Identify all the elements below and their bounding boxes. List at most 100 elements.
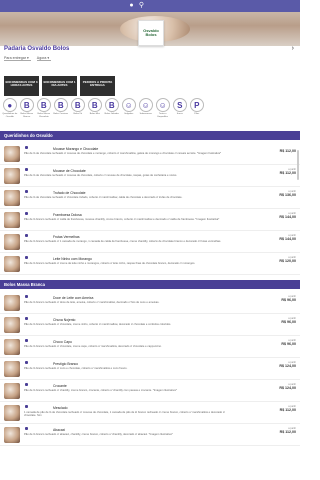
- product-description: Pão de ló branco recheado c/ chocolate, …: [24, 345, 162, 348]
- product-image: [4, 317, 20, 333]
- category-label: Sobremesas: [139, 113, 152, 115]
- menu-item[interactable]: Leite Ninho com Morango Pão de ló branco …: [0, 254, 300, 275]
- category-label: Bolos Mini: [89, 113, 100, 115]
- category-item[interactable]: B Bolos Gelados: [105, 98, 120, 128]
- menu-item[interactable]: Mesclado 1 camada de pão de ló de chocola…: [0, 403, 300, 424]
- product-image: [4, 295, 20, 311]
- category-item[interactable]: B Bolos Fit: [70, 98, 86, 128]
- product-name: Crocante: [53, 384, 67, 388]
- order-type-select[interactable]: Para entregar ▾: [4, 56, 31, 61]
- product-description: Pão de ló branco recheado c/ chantilly, …: [24, 389, 177, 392]
- category-item[interactable]: P Pães: [189, 98, 205, 128]
- b-icon: B: [87, 98, 102, 112]
- product-description: Pão de ló de chocolate recheado c/ mouss…: [24, 152, 222, 155]
- category-item[interactable]: B Bolos Mini: [87, 98, 103, 128]
- order-time-select[interactable]: Agora ▾: [36, 56, 52, 61]
- menu-item[interactable]: Doce de Leite com Ameixa Pão de ló branco…: [0, 293, 300, 314]
- category-item[interactable]: B Bolos Massa Chocolate: [36, 98, 52, 128]
- category-label: Pães: [194, 113, 200, 115]
- category-item[interactable]: ● Queridinhos do Osvaldo: [2, 98, 17, 128]
- category-label: Bolos Gelados: [104, 113, 119, 115]
- menu-item[interactable]: Crocante Pão de ló branco recheado c/ cha…: [0, 381, 300, 402]
- badge-icon: [25, 146, 28, 149]
- product-price: R$ 112,00: [279, 149, 296, 153]
- b-icon: B: [36, 98, 51, 112]
- product-price: R$ 136,00: [279, 193, 296, 197]
- smile-icon: ☺: [138, 98, 153, 112]
- badge-icon: [25, 190, 28, 193]
- product-image: [4, 361, 20, 377]
- menu-item[interactable]: Frutas Vermelhas Pão de ló branco rechead…: [0, 232, 300, 253]
- product-price: R$ 96,00: [281, 320, 296, 324]
- menu-item[interactable]: Prestígio Branco Pão de ló branco rechead…: [0, 359, 300, 380]
- scrollbar[interactable]: [297, 150, 299, 180]
- promo-card[interactable]: PEDIDOS A PRONTA ENTREGA: [80, 76, 115, 96]
- promo-card[interactable]: ENCOMENDAS COM 3 HORAS ANTES: [4, 76, 39, 96]
- product-name: Framboesa Dolosa: [53, 213, 82, 217]
- product-price: R$ 124,00: [279, 386, 296, 390]
- product-price: R$ 112,00: [279, 430, 296, 434]
- category-item[interactable]: ☺ Sobremesas: [138, 98, 154, 128]
- cake-icon: ●: [2, 98, 17, 112]
- menu-item[interactable]: Framboesa Dolosa Pão de ló branco rechead…: [0, 210, 300, 231]
- menu-item[interactable]: Mousse de Chocolate Pão de ló de chocolat…: [0, 166, 300, 187]
- badge-icon: [25, 361, 28, 364]
- product-image: [4, 405, 20, 421]
- order-selectors: Para entregar ▾ Agora ▾: [4, 56, 52, 61]
- badge-icon: [25, 256, 28, 259]
- product-image: [4, 256, 20, 272]
- location-icon[interactable]: ●: [128, 2, 135, 9]
- product-name: Leite Ninho com Morango: [53, 257, 92, 261]
- badge-icon: [25, 339, 28, 342]
- badge-icon: [25, 234, 28, 237]
- product-price: R$ 96,00: [281, 342, 296, 346]
- product-image: [4, 383, 20, 399]
- search-icon[interactable]: ⚲: [138, 2, 145, 9]
- category-item[interactable]: B Bolos Caseiros: [53, 98, 69, 128]
- product-description: Pão de ló branco recheado c/ creme de le…: [24, 262, 196, 265]
- badge-icon: [25, 212, 28, 215]
- product-description: Pão de ló de chocolate recheado c/ choco…: [24, 196, 183, 199]
- category-item[interactable]: ☺ Salgados: [121, 98, 137, 128]
- product-name: Doce de Leite com Ameixa: [53, 296, 94, 300]
- menu-item[interactable]: Mousse Morango e Chocolate Pão de ló de c…: [0, 144, 300, 165]
- product-description: 1 camada de pão de ló de chocolate reche…: [24, 411, 225, 417]
- product-name: Trufado de Chocolate: [53, 191, 86, 195]
- p-icon: P: [189, 98, 204, 112]
- product-image: [4, 168, 20, 184]
- category-label: Bolos Caseiros: [53, 113, 69, 115]
- product-description: Pão de ló branco recheado c/ abacaxi, ch…: [24, 433, 173, 436]
- s-icon: S: [172, 98, 187, 112]
- section-header: Queridinhos do Osvaldo: [0, 131, 300, 140]
- menu-item[interactable]: Choco Capu Pão de ló branco recheado c/ c…: [0, 337, 300, 358]
- b-icon: B: [104, 98, 119, 112]
- menu-item[interactable]: Abacaxi Pão de ló branco recheado c/ abac…: [0, 425, 300, 446]
- product-image: [4, 339, 20, 355]
- category-item[interactable]: S Sucos: [172, 98, 188, 128]
- product-name: Mousse Morango e Chocolate: [53, 147, 99, 151]
- product-name: Abacaxi: [53, 428, 66, 432]
- menu-item[interactable]: Chuva Nojento Pão de ló branco recheado c…: [0, 315, 300, 336]
- product-name: Mousse de Chocolate: [53, 169, 86, 173]
- product-price: R$ 112,00: [279, 408, 296, 412]
- category-label: Tortas e Empadões: [157, 113, 168, 118]
- product-price: R$ 120,00: [279, 259, 296, 263]
- store-logo: Osvaldo Bolos: [138, 20, 164, 46]
- menu-item[interactable]: Trufado de Chocolate Pão de ló de chocola…: [0, 188, 300, 209]
- category-label: Bolos Massa Chocolate: [37, 113, 51, 118]
- product-image: [4, 146, 20, 162]
- top-bar: ● ⚲: [0, 0, 300, 12]
- store-name: Padaria Osvaldo Bolos: [4, 46, 70, 52]
- product-image: [4, 190, 20, 206]
- category-bar: ● Queridinhos do Osvaldo B Bolos Massa Bran…: [0, 98, 300, 128]
- store-info-arrow-icon[interactable]: ›: [292, 45, 294, 52]
- category-item[interactable]: ☺ Tortas e Empadões: [155, 98, 171, 128]
- product-description: Pão de ló branco recheado c/ chocolate, …: [24, 323, 172, 326]
- category-item[interactable]: B Bolos Massa Branca: [19, 98, 35, 128]
- section-header: Bolos Massa Branca: [0, 280, 300, 289]
- product-image: [4, 212, 20, 228]
- category-label: Bolos Massa Branca: [20, 113, 34, 118]
- product-description: Pão de ló de chocolate recheado c/ mouss…: [24, 174, 178, 177]
- promo-card[interactable]: ENCOMENDAS COM 1 DIA ANTES: [42, 76, 77, 96]
- product-image: [4, 427, 20, 443]
